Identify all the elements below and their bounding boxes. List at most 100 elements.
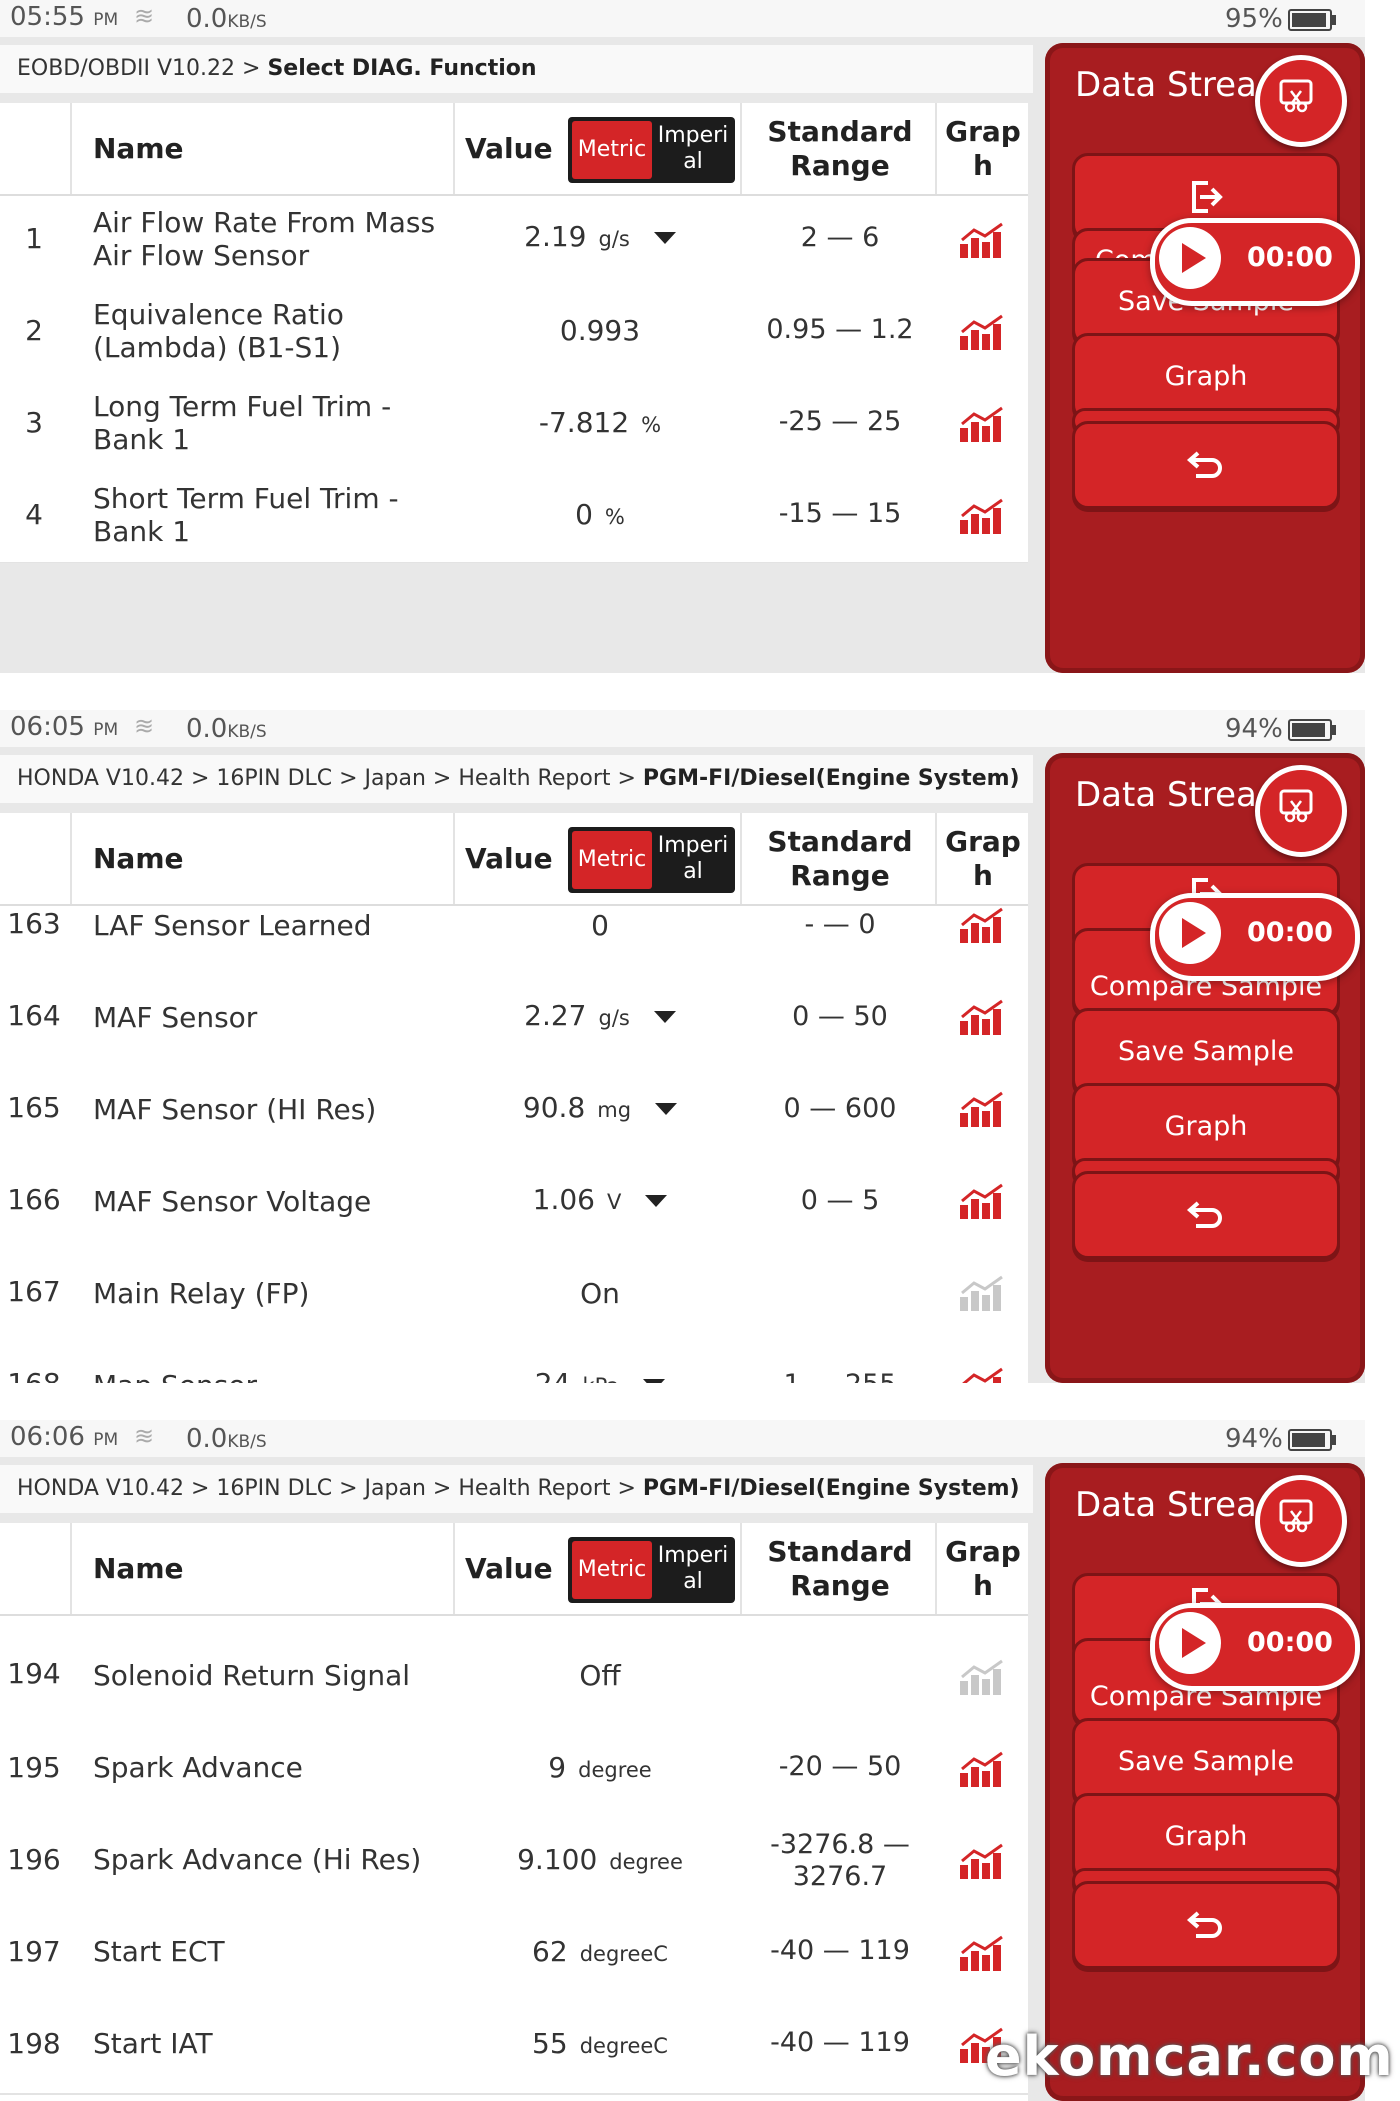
graph-icon[interactable] [958,1183,1006,1219]
unit-dropdown-icon[interactable] [655,1103,678,1115]
row-value: On [580,1277,620,1310]
graph-icon[interactable] [958,1935,1006,1971]
row-range: 0 — 600 [783,1093,897,1124]
table-header: Name Value Metric Imperi al Standard Ran… [0,1523,1028,1616]
graph-icon[interactable] [958,1367,1006,1383]
header-range: Standard Range [767,825,913,892]
table-row[interactable]: 166 MAF Sensor Voltage 1.06 V 0 — 5 [0,1141,1028,1235]
header-graph: Grap h [945,1535,1021,1602]
back-button[interactable] [1072,1881,1340,1969]
row-value: 90.8 mg [460,1091,740,1124]
imperial-option[interactable]: Imperi al [654,1543,732,1595]
table-row[interactable]: 3 Long Term Fuel Trim - Bank 1 -7.812% -… [0,378,1028,472]
row-value: 1.06 V [460,1183,740,1216]
row-range: 1 — 255 [745,1369,935,1383]
unit-dropdown-icon[interactable] [653,232,676,244]
play-icon [1159,227,1221,289]
row-name: Start IAT [93,2027,213,2060]
graph-icon[interactable] [958,999,1006,1035]
record-button[interactable]: 00:00 [1150,218,1360,306]
table-row[interactable]: 164 MAF Sensor 2.27 g/s 0 — 50 [0,957,1028,1051]
graph-icon[interactable] [958,498,1006,534]
row-name: MAF Sensor Voltage [93,1185,372,1218]
scissors-icon [1279,1499,1313,1533]
row-value: 9 degree [548,1751,652,1784]
graph-icon[interactable] [958,1843,1006,1879]
header-range: Standard Range [767,1535,913,1602]
row-index: 197 [7,1935,61,1968]
sidebar: Data Stream Compare Sample Save Sample G… [1045,43,1365,673]
table-row[interactable]: 4 Short Term Fuel Trim - Bank 1 0% -15 —… [0,470,1028,564]
graph-icon[interactable] [958,1751,1006,1787]
sidebar-title: Data Stream [1075,65,1255,105]
record-timer: 00:00 [1247,1627,1333,1658]
column-divider [453,1523,455,1614]
unit-dropdown-icon[interactable] [653,1011,676,1023]
imperial-option[interactable]: Imperi al [654,123,732,175]
breadcrumb: HONDA V10.42 > 16PIN DLC > Japan > Healt… [0,755,1033,803]
screen-1: 05:55 PM ≋ 0.0KB/S 95% EOBD/OBDII V10.22… [0,0,1365,673]
metric-option[interactable]: Metric [572,121,652,179]
scissors-icon [1279,789,1313,823]
wifi-icon: ≋ [134,2,155,30]
back-button[interactable] [1072,1171,1340,1259]
table-row[interactable]: 194 Solenoid Return Signal Off [0,1633,1028,1727]
metric-option[interactable]: Metric [572,1541,652,1599]
table-row[interactable]: 197 Start ECT 62 degreeC -40 — 119 [0,1909,1028,2003]
unit-toggle[interactable]: Metric Imperi al [568,827,735,893]
table-row[interactable]: 167 Main Relay (FP) On [0,1233,1028,1327]
column-divider [453,103,455,194]
table-row[interactable]: 165 MAF Sensor (HI Res) 90.8 mg 0 — 600 [0,1049,1028,1143]
row-range: -25 — 25 [778,406,902,437]
row-name: Start ECT [93,1935,225,1968]
column-divider [70,103,72,194]
graph-icon[interactable] [958,222,1006,258]
screenshot-button[interactable] [1255,55,1347,147]
battery-icon [1288,719,1336,741]
table-row[interactable]: 198 Start IAT 55 degreeC -40 — 119 [0,2001,1028,2095]
sidebar: Data Stream Compare Sample Save Sample G… [1045,1463,1365,2101]
row-index: 163 [7,907,61,940]
table-row[interactable]: 1 Air Flow Rate From Mass Air Flow Senso… [0,194,1028,288]
column-divider [70,1523,72,1614]
graph-icon[interactable] [958,1091,1006,1127]
row-range: - — 0 [804,909,876,940]
back-arrow-icon [1186,451,1222,478]
graph-icon-disabled [960,1659,1003,1695]
row-value: -7.812% [538,406,662,439]
screenshot-button[interactable] [1255,765,1347,857]
record-button[interactable]: 00:00 [1150,893,1360,981]
row-value: 2.19 g/s [460,220,740,253]
table-row[interactable]: 196 Spark Advance (Hi Res) 9.100 degree -… [0,1817,1028,1911]
graph-icon[interactable] [958,406,1006,442]
table-row[interactable]: 168 Map Sensor 24kPa 1 — 255 [0,1325,1028,1383]
table-row[interactable]: 2 Equivalence Ratio (Lambda) (B1-S1) 0.9… [0,286,1028,380]
row-index: 195 [7,1751,61,1784]
row-range: -15 — 15 [778,498,902,529]
row-index: 194 [7,1657,61,1690]
column-divider [740,103,742,194]
screenshot-button[interactable] [1255,1475,1347,1567]
unit-toggle[interactable]: Metric Imperi al [568,117,735,183]
header-name: Name [93,1552,184,1585]
imperial-option[interactable]: Imperi al [654,833,732,885]
graph-icon[interactable] [958,907,1006,943]
breadcrumb: EOBD/OBDII V10.22 > Select DIAG. Functio… [0,45,1033,93]
back-button[interactable] [1072,421,1340,509]
header-range: Standard Range [767,115,913,182]
unit-dropdown-icon[interactable] [645,1195,668,1207]
header-graph: Grap h [945,115,1021,182]
table-row[interactable]: 195 Spark Advance 9 degree -20 — 50 [0,1725,1028,1819]
row-name: Solenoid Return Signal [93,1659,411,1692]
record-button[interactable]: 00:00 [1150,1603,1360,1691]
back-arrow-icon [1186,1201,1222,1228]
unit-toggle[interactable]: Metric Imperi al [568,1537,735,1603]
screen-3: 06:06 PM ≋ 0.0KB/S 94% HONDA V10.42 > 16… [0,1420,1365,2101]
row-index: 168 [0,1367,68,1383]
row-value: 0% [575,498,625,531]
column-divider [935,103,937,194]
graph-icon[interactable] [958,314,1006,350]
network-rate: 0.0KB/S [186,714,267,744]
row-value: 2.27 g/s [460,999,740,1032]
metric-option[interactable]: Metric [572,831,652,889]
